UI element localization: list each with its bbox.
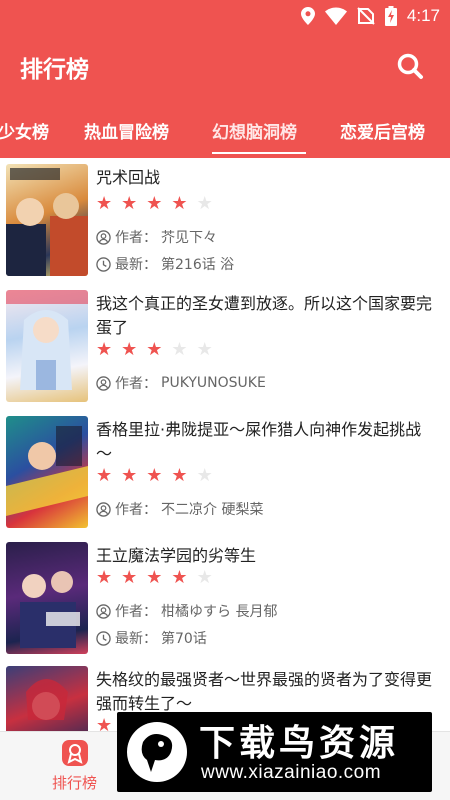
author-name: 芥见下々 bbox=[161, 230, 217, 246]
star-icon: ★ bbox=[196, 339, 213, 360]
star-icon: ★ bbox=[146, 465, 163, 486]
list-item[interactable]: 我这个真正的圣女遭到放逐。所以这个国家要完蛋了 ★ ★ ★ ★ ★ 作者： PU… bbox=[0, 284, 450, 408]
status-time: 4:17 bbox=[406, 6, 440, 25]
tab-romance[interactable]: 恋爱后宫榜 bbox=[340, 118, 425, 143]
latest-chapter: 第216话 浴 bbox=[161, 257, 235, 273]
user-icon bbox=[96, 501, 111, 517]
search-icon bbox=[397, 53, 423, 79]
star-icon: ★ bbox=[196, 193, 213, 214]
latest-label: 最新： bbox=[115, 257, 157, 273]
item-title: 失格纹的最强贤者～世界最强的贤者为了变得更强而转生了～ bbox=[96, 670, 433, 713]
author-label: 作者： bbox=[115, 604, 157, 620]
rating-stars: ★ ★ ★ ★ ★ bbox=[96, 467, 213, 485]
latest-label: 最新： bbox=[115, 631, 157, 647]
rating-stars: ★ ★ ★ ★ ★ bbox=[96, 569, 213, 587]
star-icon: ★ bbox=[171, 193, 188, 214]
star-icon: ★ bbox=[96, 567, 113, 588]
author-row: 作者： 芥见下々 bbox=[96, 227, 217, 247]
watermark-text: 下载鸟资源 bbox=[199, 723, 400, 764]
star-icon: ★ bbox=[171, 567, 188, 588]
star-icon: ★ bbox=[146, 193, 163, 214]
status-bar: 4:17 bbox=[0, 0, 450, 32]
cover-image bbox=[6, 164, 88, 276]
cover-image bbox=[6, 416, 88, 528]
star-icon: ★ bbox=[196, 567, 213, 588]
watermark-url: www.xiazainiao.com bbox=[201, 762, 382, 783]
list-item[interactable]: 咒术回战 ★ ★ ★ ★ ★ 作者： 芥见下々 最新： 第216话 浴 bbox=[0, 158, 450, 282]
author-name: PUKYUNOSUKE bbox=[161, 375, 266, 391]
nav-item-label: 排行榜 bbox=[52, 774, 98, 792]
user-icon bbox=[96, 603, 111, 619]
active-tab-indicator bbox=[212, 152, 306, 154]
clock-icon bbox=[96, 630, 111, 646]
item-title: 香格里拉·弗陇提亚～屎作猎人向神作发起挑战～ bbox=[96, 420, 422, 463]
star-icon: ★ bbox=[121, 193, 138, 214]
star-icon: ★ bbox=[146, 567, 163, 588]
latest-row: 最新： 第70话 bbox=[96, 628, 207, 648]
star-icon: ★ bbox=[96, 193, 113, 214]
nav-item-ranking[interactable]: 排行榜 bbox=[48, 740, 104, 796]
latest-chapter: 第70话 bbox=[161, 631, 207, 647]
page-title: 排行榜 bbox=[20, 57, 89, 83]
watermark-banner: 下载鸟资源 www.xiazainiao.com bbox=[117, 712, 432, 792]
status-icons: 4:17 bbox=[300, 5, 440, 27]
star-icon: ★ bbox=[146, 339, 163, 360]
item-title: 王立魔法学园的劣等生 bbox=[96, 546, 257, 565]
cover-image bbox=[6, 290, 88, 402]
star-icon: ★ bbox=[96, 339, 113, 360]
list-item[interactable]: 香格里拉·弗陇提亚～屎作猎人向神作发起挑战～ ★ ★ ★ ★ ★ 作者： 不二凉… bbox=[0, 410, 450, 534]
tab-shoujo[interactable]: 少女榜 bbox=[0, 118, 49, 143]
ranking-icon bbox=[62, 740, 88, 766]
search-button[interactable] bbox=[396, 52, 424, 80]
item-title: 咒术回战 bbox=[96, 168, 161, 187]
app-header: 排行榜 bbox=[0, 32, 450, 100]
author-label: 作者： bbox=[115, 502, 157, 518]
rating-stars: ★ ★ ★ ★ ★ bbox=[96, 195, 213, 213]
star-icon: ★ bbox=[171, 339, 188, 360]
star-icon: ★ bbox=[121, 465, 138, 486]
author-name: 柑橘ゆすら 長月郁 bbox=[161, 604, 278, 620]
wifi-icon bbox=[324, 7, 347, 25]
tab-fantasy[interactable]: 幻想脑洞榜 bbox=[212, 118, 297, 143]
tab-adventure[interactable]: 热血冒险榜 bbox=[84, 118, 169, 143]
item-title: 我这个真正的圣女遭到放逐。所以这个国家要完蛋了 bbox=[96, 294, 433, 337]
author-row: 作者： 柑橘ゆすら 長月郁 bbox=[96, 601, 277, 621]
star-icon: ★ bbox=[96, 465, 113, 486]
bird-logo-icon bbox=[127, 722, 187, 782]
no-sim-icon bbox=[357, 7, 375, 25]
star-icon: ★ bbox=[121, 567, 138, 588]
battery-charging-icon bbox=[384, 6, 397, 26]
author-label: 作者： bbox=[115, 230, 157, 246]
user-icon bbox=[96, 229, 111, 245]
star-icon: ★ bbox=[171, 465, 188, 486]
latest-row: 最新： 第216话 浴 bbox=[96, 254, 234, 274]
location-icon bbox=[300, 7, 315, 25]
star-icon: ★ bbox=[121, 339, 138, 360]
user-icon bbox=[96, 375, 111, 391]
cover-image bbox=[6, 542, 88, 654]
category-tabs: 少女榜 热血冒险榜 幻想脑洞榜 恋爱后宫榜 bbox=[0, 100, 450, 158]
rating-stars: ★ ★ ★ ★ ★ bbox=[96, 341, 213, 359]
author-label: 作者： bbox=[115, 376, 157, 392]
author-row: 作者： 不二凉介 硬梨菜 bbox=[96, 499, 263, 519]
author-name: 不二凉介 硬梨菜 bbox=[161, 502, 264, 518]
author-row: 作者： PUKYUNOSUKE bbox=[96, 373, 266, 393]
list-item[interactable]: 王立魔法学园的劣等生 ★ ★ ★ ★ ★ 作者： 柑橘ゆすら 長月郁 最新： 第… bbox=[0, 536, 450, 660]
star-icon: ★ bbox=[196, 465, 213, 486]
clock-icon bbox=[96, 256, 111, 272]
